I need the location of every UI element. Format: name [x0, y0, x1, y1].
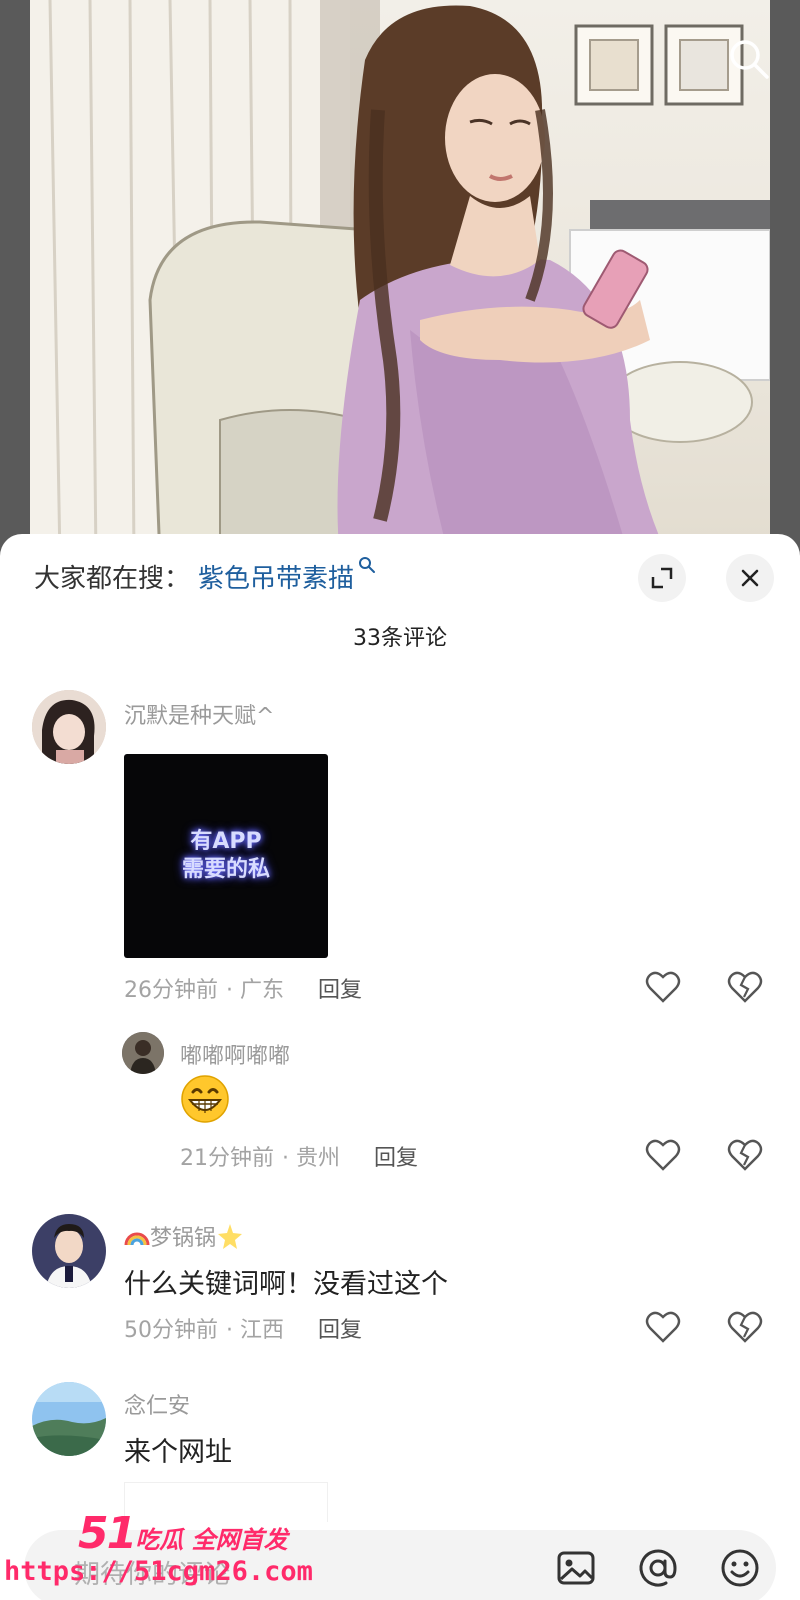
- like-heart-icon[interactable]: [644, 1308, 682, 1346]
- comment-count: 33条评论: [353, 626, 447, 651]
- post-image[interactable]: [0, 0, 800, 560]
- image-icon[interactable]: [554, 1546, 598, 1590]
- comment-meta: 21分钟前 · 贵州 回复: [180, 1140, 418, 1172]
- like-heart-icon[interactable]: [644, 1136, 682, 1174]
- emoji-icon[interactable]: [718, 1546, 762, 1590]
- watermark-text: 吃瓜 全网首发: [135, 1526, 288, 1554]
- avatar[interactable]: [32, 1382, 106, 1456]
- trending-search-row: 大家都在搜： 紫色吊带素描: [34, 554, 376, 598]
- expand-icon: [651, 567, 673, 589]
- comment-time: 26分钟前: [124, 978, 218, 1003]
- watermark-url: https://51cgm26.com: [4, 1556, 313, 1587]
- reply-button[interactable]: 回复: [374, 1140, 418, 1172]
- search-icon: [359, 557, 376, 573]
- comment-username[interactable]: 嘟嘟啊嘟嘟: [180, 1038, 290, 1070]
- comment-location: · 贵州: [282, 1146, 340, 1171]
- trending-term-link[interactable]: 紫色吊带素描: [198, 558, 354, 595]
- grinning-face-emoji-icon: [181, 1075, 229, 1123]
- watermark-number: 51: [78, 1508, 137, 1559]
- comment-username[interactable]: 念仁安: [124, 1388, 190, 1420]
- comment-meta: 26分钟前 · 广东 回复: [124, 972, 362, 1004]
- avatar[interactable]: [32, 690, 106, 764]
- dislike-broken-heart-icon[interactable]: [726, 1308, 764, 1346]
- dislike-broken-heart-icon[interactable]: [726, 968, 764, 1006]
- expand-button[interactable]: [638, 554, 686, 602]
- comment-username[interactable]: 沉默是种天赋^: [124, 698, 274, 730]
- comment-image-text: 需要的私: [181, 857, 270, 882]
- avatar[interactable]: [122, 1032, 164, 1074]
- comment-location: · 江西: [226, 1318, 284, 1343]
- like-heart-icon[interactable]: [644, 968, 682, 1006]
- glowing-star-icon: [218, 1224, 243, 1249]
- reply-button[interactable]: 回复: [318, 972, 362, 1004]
- comment-text: 来个网址: [124, 1437, 232, 1468]
- avatar[interactable]: [32, 1214, 106, 1288]
- comment-text: 什么关键词啊！没看过这个: [124, 1269, 448, 1300]
- sketch-illustration: [30, 0, 770, 560]
- comment-image[interactable]: 有APP 需要的私: [124, 754, 328, 958]
- at-icon[interactable]: [636, 1546, 680, 1590]
- close-icon: [741, 569, 759, 587]
- comment-meta: 50分钟前 · 江西 回复: [124, 1312, 362, 1344]
- comment-sheet: 大家都在搜： 紫色吊带素描 33条评论 沉默是种天赋^ 有APP 需要的私 26…: [0, 534, 800, 1600]
- post-illustration: [30, 0, 770, 560]
- comment-image-text: 有APP: [190, 829, 262, 854]
- reply-button[interactable]: 回复: [318, 1312, 362, 1344]
- watermark-brand: 51吃瓜 全网首发: [78, 1508, 288, 1559]
- dislike-broken-heart-icon[interactable]: [726, 1136, 764, 1174]
- rainbow-icon: [124, 1232, 150, 1246]
- trending-label: 大家都在搜：: [34, 563, 191, 594]
- search-icon[interactable]: [726, 36, 772, 82]
- comment-username-row[interactable]: 梦锅锅: [124, 1220, 244, 1252]
- comment-time: 50分钟前: [124, 1318, 218, 1343]
- comment-time: 21分钟前: [180, 1146, 274, 1171]
- comment-username[interactable]: 梦锅锅: [150, 1220, 216, 1252]
- close-button[interactable]: [726, 554, 774, 602]
- comment-location: · 广东: [226, 978, 284, 1003]
